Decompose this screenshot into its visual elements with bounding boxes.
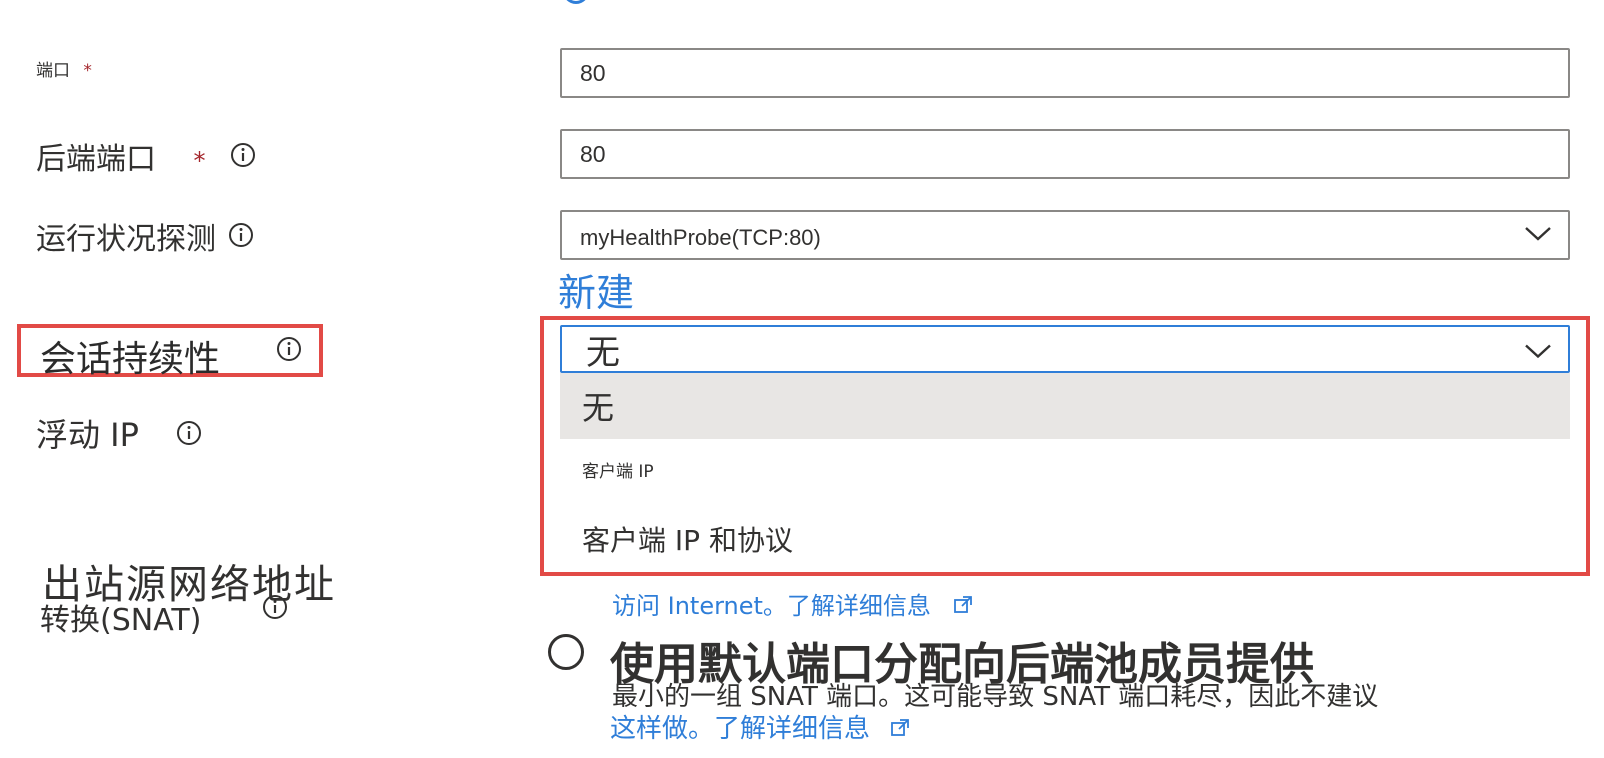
chevron-down-icon [1524, 330, 1552, 369]
session-persistence-label: 会话持续性 [40, 330, 220, 382]
info-icon[interactable] [262, 594, 288, 620]
port-input[interactable]: 80 [560, 48, 1570, 98]
health-probe-select[interactable]: myHealthProbe(TCP:80) [560, 210, 1570, 260]
snat-option1-learn-more[interactable]: 访问 Internet。了解详细信息 [612, 586, 973, 621]
health-probe-label-text: 运行状况探测 [36, 222, 216, 257]
option-label: 客户端 IP [582, 461, 654, 482]
snat-label-line2: 转换(SNAT) [40, 603, 202, 638]
info-icon[interactable] [176, 420, 202, 446]
session-persistence-select[interactable]: 无 [560, 325, 1570, 373]
backend-port-input[interactable]: 80 [560, 129, 1570, 179]
chevron-down-icon [1524, 222, 1552, 248]
floating-ip-label-text: 浮动 IP [36, 416, 139, 454]
option-label: 客户端 IP 和协议 [582, 524, 793, 557]
port-label: 端口 * [36, 56, 92, 81]
info-icon[interactable] [228, 222, 254, 248]
option-label: 无 [582, 389, 615, 427]
snat-option2-link-text: 这样做。了解详细信息 [610, 714, 871, 744]
option-client-ip[interactable]: 客户端 IP [560, 439, 1570, 499]
option-client-ip-protocol[interactable]: 客户端 IP 和协议 [560, 509, 1570, 569]
health-probe-label: 运行状况探测 [36, 214, 216, 258]
external-link-icon [953, 593, 973, 621]
backend-port-label: 后端端口 * [36, 134, 206, 178]
health-probe-value: myHealthProbe(TCP:80) [580, 225, 821, 250]
port-label-text: 端口 [36, 61, 70, 81]
external-link-icon [890, 715, 910, 745]
required-marker: * [83, 61, 92, 81]
snat-option2-radio[interactable] [548, 634, 584, 670]
floating-ip-label: 浮动 IP [36, 410, 139, 456]
backend-port-label-text: 后端端口 [36, 142, 156, 177]
backend-port-value: 80 [580, 140, 606, 167]
snat-option1-text: 访问 Internet。了解详细信息 [612, 592, 931, 620]
info-icon[interactable] [230, 142, 256, 168]
option-none[interactable]: 无 [560, 373, 1570, 439]
info-icon[interactable] [276, 336, 302, 362]
session-persistence-options: 无 客户端 IP 客户端 IP 和协议 [560, 373, 1570, 570]
session-persistence-value: 无 [586, 333, 620, 372]
required-marker: * [193, 147, 206, 175]
radio-partial-top[interactable] [562, 0, 590, 4]
port-value: 80 [580, 59, 606, 86]
create-new-link[interactable]: 新建 [558, 262, 634, 317]
session-persistence-label-text: 会话持续性 [40, 339, 221, 380]
snat-option2-learn-more[interactable]: 这样做。了解详细信息 [610, 708, 910, 745]
